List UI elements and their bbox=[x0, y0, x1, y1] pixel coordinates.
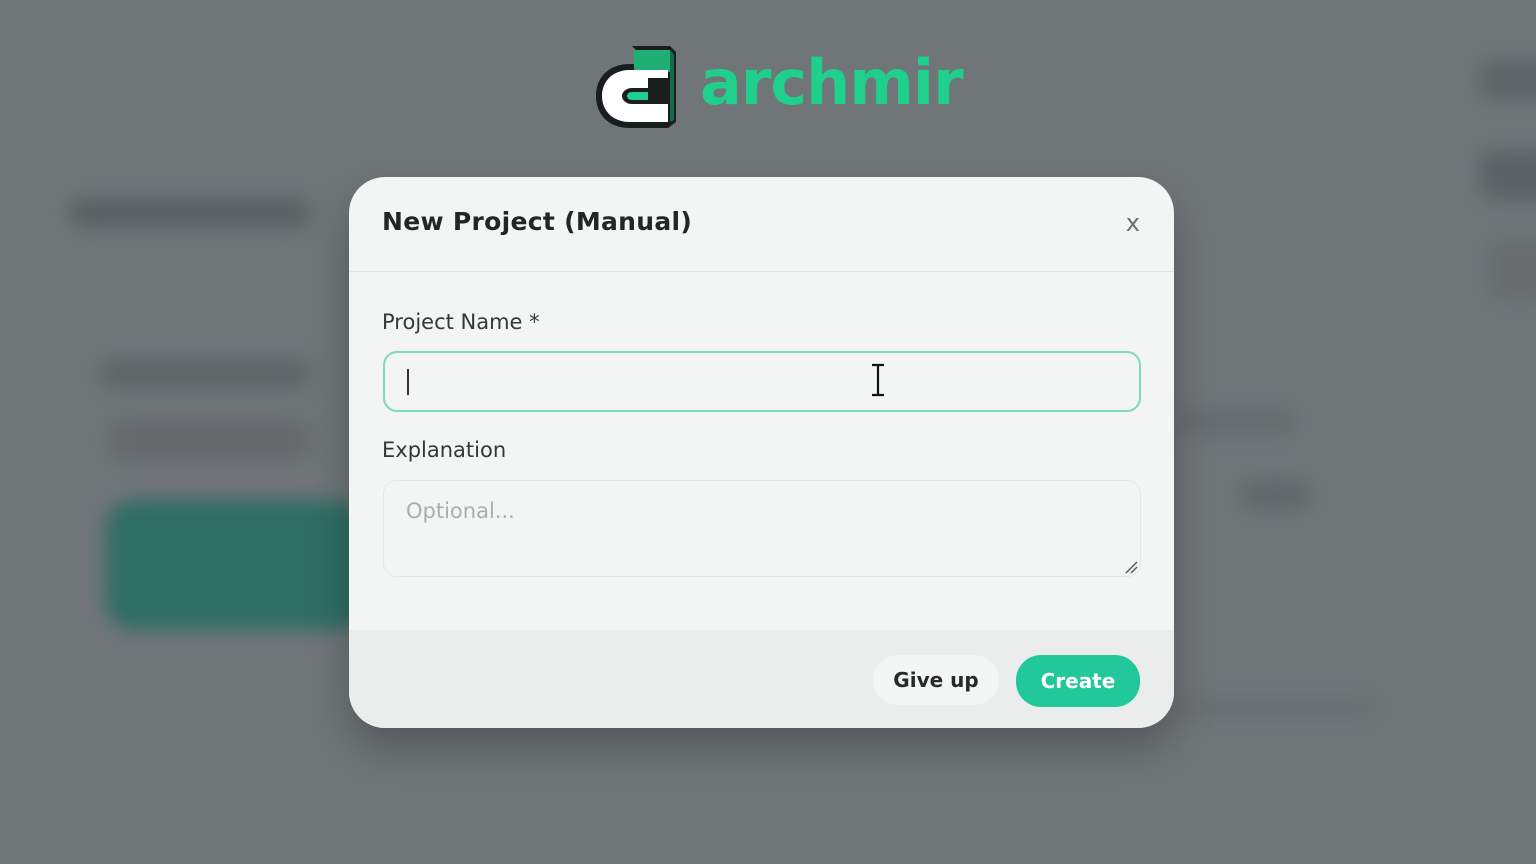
create-button[interactable]: Create bbox=[1016, 655, 1140, 707]
blurred-background-element bbox=[1240, 480, 1310, 510]
give-up-button[interactable]: Give up bbox=[873, 655, 999, 705]
app-backdrop: archmir New Project (Manual) x Project N… bbox=[0, 0, 1536, 864]
explanation-placeholder: Optional... bbox=[406, 499, 515, 523]
blurred-background-element bbox=[1490, 240, 1536, 300]
blurred-background-element bbox=[1480, 60, 1536, 100]
blurred-background-element bbox=[1175, 700, 1375, 716]
brand-logo: archmir bbox=[592, 42, 964, 130]
explanation-label: Explanation bbox=[382, 438, 507, 462]
blurred-background-element bbox=[110, 420, 310, 460]
blurred-background-element bbox=[70, 198, 310, 228]
blurred-background-button bbox=[105, 500, 365, 630]
brand-name: archmir bbox=[700, 46, 964, 119]
explanation-textarea[interactable]: Optional... bbox=[383, 480, 1141, 577]
project-name-label: Project Name * bbox=[382, 310, 540, 334]
dialog-title: New Project (Manual) bbox=[382, 207, 693, 236]
project-name-input[interactable] bbox=[383, 351, 1141, 412]
blurred-background-element bbox=[1480, 150, 1536, 200]
dialog-footer: Give up Create bbox=[349, 630, 1174, 728]
text-ibeam-icon bbox=[872, 363, 884, 397]
text-caret bbox=[407, 369, 409, 395]
dialog-header: New Project (Manual) x bbox=[349, 177, 1174, 272]
blurred-background-element bbox=[100, 360, 310, 388]
resize-handle-icon[interactable] bbox=[1124, 560, 1138, 574]
close-button[interactable]: x bbox=[1126, 211, 1140, 235]
blurred-background-element bbox=[1175, 410, 1295, 434]
archmir-logo-icon bbox=[596, 46, 676, 128]
new-project-dialog: New Project (Manual) x Project Name * Ex… bbox=[349, 177, 1174, 728]
